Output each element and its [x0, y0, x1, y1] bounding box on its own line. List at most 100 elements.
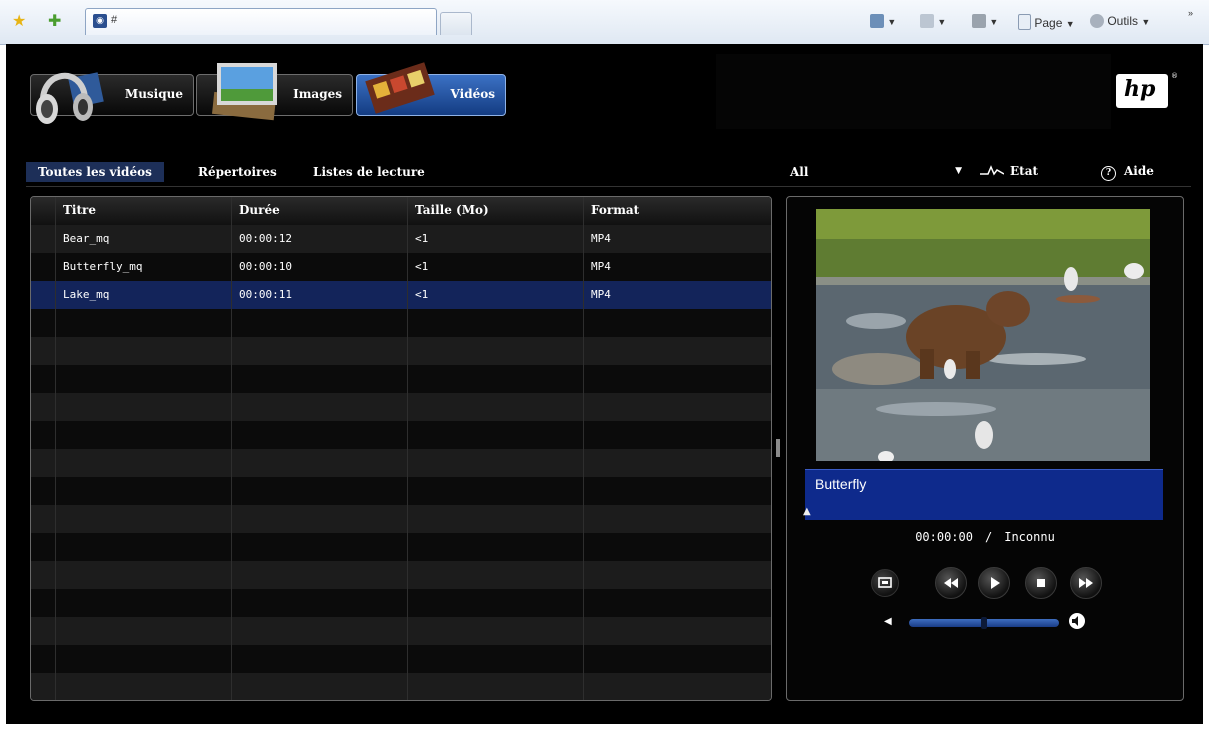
volume-slider-thumb[interactable]	[981, 617, 987, 629]
cell-format: MP4	[591, 232, 611, 245]
fast-forward-icon	[1079, 578, 1093, 588]
help-label: Aide	[1124, 164, 1154, 178]
help-button[interactable]: ? Aide	[1101, 164, 1154, 181]
chevron-down-icon: ▼	[955, 166, 962, 176]
table-row[interactable]: Butterfly_mq 00:00:10 <1 MP4	[31, 253, 771, 281]
empty-table-row	[31, 589, 771, 617]
stop-icon	[1037, 579, 1045, 587]
chevron-down-icon: ▼	[887, 17, 897, 27]
empty-table-row	[31, 533, 771, 561]
more-commands-icon[interactable]: »	[1188, 8, 1193, 18]
gear-icon	[1090, 14, 1104, 28]
hp-logo-text: hp	[1124, 76, 1156, 102]
column-header-duree[interactable]: Durée	[239, 203, 280, 217]
play-button[interactable]	[978, 567, 1010, 599]
banner-area	[716, 54, 1111, 129]
empty-table-row	[31, 449, 771, 477]
table-row[interactable]: Bear_mq 00:00:12 <1 MP4	[31, 225, 771, 253]
cell-format: MP4	[591, 260, 611, 273]
film-strip-icon	[365, 62, 435, 114]
sub-navigation: Toutes les vidéos Répertoires Listes de …	[26, 156, 1191, 187]
rewind-button[interactable]	[935, 567, 967, 599]
tab-title: #	[111, 14, 118, 26]
subtab-listes-de-lecture[interactable]: Listes de lecture	[301, 162, 437, 182]
rewind-icon	[944, 578, 958, 588]
home-icon	[870, 14, 884, 28]
tab-images[interactable]: Images	[196, 63, 353, 121]
status-label: Etat	[1010, 164, 1039, 178]
subtab-repertoires[interactable]: Répertoires	[186, 162, 289, 182]
tab-videos[interactable]: Vidéos	[356, 62, 506, 116]
column-divider	[407, 197, 408, 700]
favorites-star-icon[interactable]: ★	[12, 12, 26, 30]
print-button[interactable]: ▼	[972, 14, 998, 28]
media-app: Musique Images Vidéos hp ® Toutes les vi…	[6, 44, 1203, 724]
photo-frame-icon	[212, 63, 277, 121]
status-button[interactable]: Etat	[980, 164, 1038, 178]
browser-toolbar: ★ ✚ ◉ # ▼ ▼ ▼ Page ▼ Outils ▼ »	[0, 0, 1209, 45]
seek-position-marker[interactable]: ▲	[803, 506, 811, 517]
volume-slider[interactable]	[909, 617, 1059, 629]
chevron-down-icon: ▼	[1065, 19, 1075, 29]
subtab-toutes-les-videos[interactable]: Toutes les vidéos	[26, 162, 164, 182]
column-header-taille[interactable]: Taille (Mo)	[415, 203, 489, 217]
cell-duration: 00:00:10	[239, 260, 292, 273]
table-row[interactable]: Lake_mq 00:00:11 <1 MP4	[31, 281, 771, 309]
tools-menu-button[interactable]: Outils ▼	[1090, 14, 1150, 28]
empty-table-row	[31, 309, 771, 337]
table-header: Titre Durée Taille (Mo) Format	[31, 197, 771, 225]
empty-table-row	[31, 365, 771, 393]
page-icon	[1018, 14, 1031, 30]
fullscreen-icon	[878, 577, 892, 588]
empty-table-row	[31, 337, 771, 365]
empty-table-row	[31, 477, 771, 505]
add-favorites-icon[interactable]: ✚	[48, 12, 61, 30]
video-player-panel: Butterfly ▲ 00:00:00/Inconnu ◀	[786, 196, 1184, 701]
home-button[interactable]: ▼	[870, 14, 896, 28]
browser-tab[interactable]: ◉ #	[85, 8, 437, 35]
cell-title: Lake_mq	[63, 288, 110, 301]
empty-table-row	[31, 561, 771, 589]
page-menu-label: Page	[1034, 16, 1063, 30]
now-playing-banner: Butterfly	[805, 469, 1163, 520]
new-tab-button[interactable]	[440, 12, 472, 35]
feeds-icon	[920, 14, 934, 28]
video-table: Titre Durée Taille (Mo) Format Bear_mq 00…	[30, 196, 772, 701]
help-circle-icon: ?	[1101, 166, 1116, 181]
stop-button[interactable]	[1025, 567, 1057, 599]
chevron-down-icon: ▼	[937, 17, 947, 27]
column-divider	[231, 197, 232, 700]
filter-dropdown[interactable]: All ▼	[776, 162, 966, 184]
page-favicon-icon: ◉	[93, 14, 107, 28]
cell-duration: 00:00:12	[239, 232, 292, 245]
chevron-down-icon: ▼	[1141, 17, 1151, 27]
page-menu-button[interactable]: Page ▼	[1018, 14, 1075, 30]
cell-title: Bear_mq	[63, 232, 110, 245]
tab-musique[interactable]: Musique	[30, 72, 194, 124]
cell-size: <1	[415, 232, 429, 245]
fullscreen-button[interactable]	[871, 569, 899, 597]
empty-table-row	[31, 645, 771, 673]
empty-table-row	[31, 505, 771, 533]
filter-value: All	[790, 165, 809, 179]
current-time: 00:00:00	[915, 530, 973, 544]
column-header-titre[interactable]: Titre	[63, 203, 96, 217]
now-playing-title: Butterfly	[815, 476, 867, 492]
cell-size: <1	[415, 288, 429, 301]
tab-images-label: Images	[293, 87, 342, 101]
feeds-button[interactable]: ▼	[920, 14, 946, 28]
time-separator: /	[984, 530, 993, 544]
volume-up-icon[interactable]	[1069, 613, 1085, 629]
speaker-icon	[1072, 616, 1078, 626]
volume-down-icon[interactable]: ◀	[884, 616, 892, 627]
panel-splitter-handle[interactable]	[776, 439, 780, 457]
column-header-format[interactable]: Format	[591, 203, 639, 217]
play-icon	[991, 577, 1000, 589]
empty-table-row	[31, 673, 771, 700]
fast-forward-button[interactable]	[1070, 567, 1102, 599]
empty-table-row	[31, 393, 771, 421]
registered-mark: ®	[1171, 72, 1178, 80]
headphones-icon	[36, 72, 104, 124]
cell-format: MP4	[591, 288, 611, 301]
video-preview[interactable]	[816, 209, 1150, 461]
